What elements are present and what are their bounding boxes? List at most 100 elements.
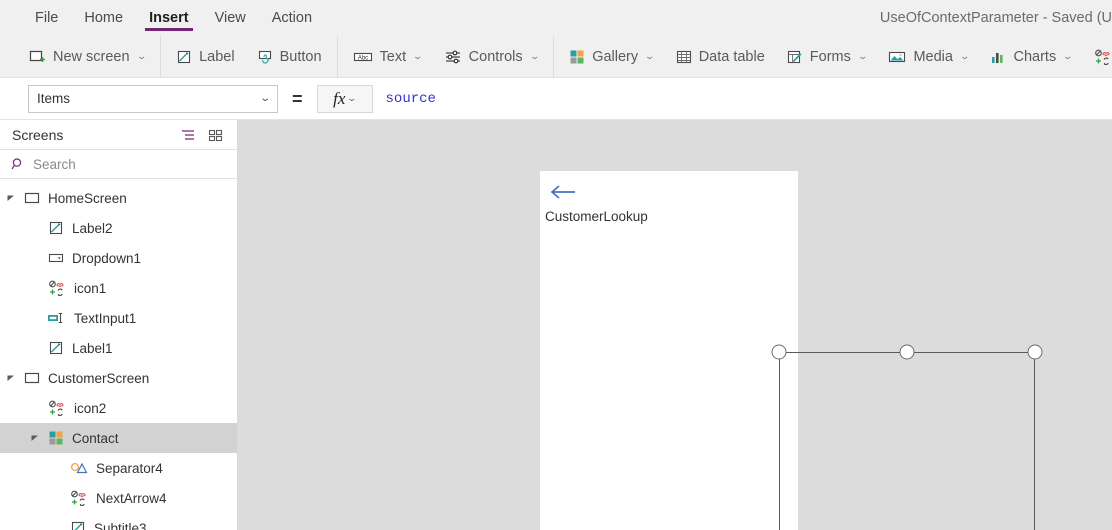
search-box[interactable]: Search xyxy=(0,149,237,179)
menu-tab-home[interactable]: Home xyxy=(71,0,136,36)
icons-icon xyxy=(48,280,66,297)
dropdown-icon xyxy=(48,251,64,265)
chevron-down-icon: ⌄ xyxy=(528,51,540,61)
tree-items-list[interactable]: HomeScreen Label2 Dropdown1 icon1 TextIn… xyxy=(0,179,237,530)
tree-item-icon1[interactable]: icon1 xyxy=(0,273,237,303)
menu-tab-label: Action xyxy=(271,10,313,26)
tree-item-label: Separator4 xyxy=(96,460,163,476)
tree-item-icon2[interactable]: icon2 xyxy=(0,393,237,423)
tree-item-homescreen[interactable]: HomeScreen xyxy=(0,183,237,213)
chevron-expanded-icon[interactable] xyxy=(30,434,40,442)
new-screen-button[interactable]: New screen ⌄ xyxy=(18,36,156,77)
tree-item-nextarrow4[interactable]: NextArrow4 xyxy=(0,483,237,513)
fx-button[interactable]: fx ⌄ xyxy=(316,84,373,113)
back-arrow-icon[interactable] xyxy=(548,182,578,207)
data-table-button[interactable]: Data table xyxy=(665,36,776,77)
screen-preview[interactable]: CustomerLookup xyxy=(540,171,798,530)
chevron-expanded-icon[interactable] xyxy=(6,374,16,382)
new-screen-label: New screen xyxy=(53,48,130,65)
icons-icon xyxy=(48,400,66,417)
property-select[interactable]: Items ⌄ xyxy=(28,84,278,113)
menu-tab-label: File xyxy=(35,10,59,26)
chevron-down-icon: ⌄ xyxy=(644,51,656,61)
screen-header: CustomerLookup xyxy=(540,171,798,229)
chevron-down-icon: ⌄ xyxy=(959,51,971,61)
selection-edge-top xyxy=(779,352,1035,353)
separator-icon xyxy=(70,460,88,476)
new-screen-icon xyxy=(29,49,46,65)
ribbon-toolbar: New screen ⌄ Label Button Abc Text ⌄ Con… xyxy=(0,36,1112,78)
forms-button-label: Forms xyxy=(809,48,851,65)
app-canvas[interactable]: CustomerLookup xyxy=(238,120,1112,530)
screen-icon xyxy=(24,191,40,205)
tree-item-label: Subtitle3 xyxy=(94,520,147,530)
tree-item-label2[interactable]: Label2 xyxy=(0,213,237,243)
tree-item-label: Label2 xyxy=(72,220,113,236)
fx-icon: fx xyxy=(333,88,346,108)
icons-button[interactable]: Icons xyxy=(1083,36,1112,77)
ribbon-group-input: Abc Text ⌄ Controls ⌄ xyxy=(338,36,555,77)
thumbnail-view-icon[interactable] xyxy=(208,128,223,142)
chevron-expanded-icon[interactable] xyxy=(6,194,16,202)
tree-item-label: icon2 xyxy=(74,400,107,416)
text-button[interactable]: Abc Text ⌄ xyxy=(342,36,433,77)
tree-item-separator4[interactable]: Separator4 xyxy=(0,453,237,483)
menu-tab-view[interactable]: View xyxy=(202,0,259,36)
tree-item-subtitle3[interactable]: Subtitle3 xyxy=(0,513,237,530)
tree-panel-actions xyxy=(180,128,229,142)
menu-tab-label: Home xyxy=(84,10,124,26)
screen-icon xyxy=(24,371,40,385)
controls-button[interactable]: Controls ⌄ xyxy=(433,36,550,77)
button-button[interactable]: Button xyxy=(246,36,333,77)
tree-item-contact[interactable]: Contact xyxy=(0,423,237,453)
label-button[interactable]: Label xyxy=(165,36,245,77)
media-button[interactable]: Media ⌄ xyxy=(877,36,979,77)
handle-top-right[interactable] xyxy=(1027,344,1043,360)
label-button-label: Label xyxy=(199,48,235,65)
textinput-icon xyxy=(48,311,66,325)
data-table-button-label: Data table xyxy=(698,48,765,65)
text-button-label: Text xyxy=(379,48,407,65)
menu-tab-file[interactable]: File xyxy=(22,0,71,36)
search-input[interactable]: Search xyxy=(33,157,76,172)
property-select-value: Items xyxy=(37,91,71,106)
gallery-button[interactable]: Gallery ⌄ xyxy=(558,36,664,77)
tree-item-label: CustomerScreen xyxy=(48,370,150,386)
controls-icon xyxy=(444,49,462,65)
ribbon-group-screens: New screen ⌄ xyxy=(0,36,162,77)
tree-item-customerscreen[interactable]: CustomerScreen xyxy=(0,363,237,393)
tree-view-icon[interactable] xyxy=(180,128,196,142)
text-icon: Abc xyxy=(353,49,373,65)
tree-panel-title: Screens xyxy=(12,126,64,143)
chevron-down-icon: ⌄ xyxy=(1062,51,1074,61)
label-icon xyxy=(48,220,64,236)
chevron-down-icon: ⌄ xyxy=(412,51,424,61)
formula-input[interactable]: source xyxy=(372,84,1112,113)
handle-top-center[interactable] xyxy=(899,344,915,360)
chevron-down-icon: ⌄ xyxy=(135,51,147,61)
charts-button[interactable]: Charts ⌄ xyxy=(979,36,1082,77)
tree-item-dropdown1[interactable]: Dropdown1 xyxy=(0,243,237,273)
icons-icon xyxy=(1094,49,1112,65)
button-button-label: Button xyxy=(279,48,322,65)
tree-item-label1[interactable]: Label1 xyxy=(0,333,237,363)
controls-button-label: Controls xyxy=(468,48,523,65)
powerapps-studio: File Home Insert View Action UseOfContex… xyxy=(0,0,1112,530)
menu-tabs: File Home Insert View Action xyxy=(0,0,325,36)
forms-button[interactable]: Forms ⌄ xyxy=(776,36,878,77)
search-icon xyxy=(11,157,25,171)
icons-icon xyxy=(70,490,88,507)
menu-tab-insert[interactable]: Insert xyxy=(136,0,202,36)
selection-edge-right xyxy=(1034,352,1035,530)
tree-item-label: NextArrow4 xyxy=(96,490,167,506)
tree-item-textinput1[interactable]: TextInput1 xyxy=(0,303,237,333)
tree-panel-header: Screens xyxy=(0,120,237,149)
chevron-down-icon: ⌄ xyxy=(346,93,358,103)
label-icon xyxy=(48,340,64,356)
work-area: Screens Search HomeScreen Label2 Dropdow… xyxy=(0,120,1112,530)
formula-bar: Items ⌄ = fx ⌄ source xyxy=(0,78,1112,120)
equals-sign: = xyxy=(292,88,303,109)
menu-tab-action[interactable]: Action xyxy=(259,0,325,36)
menu-bar: File Home Insert View Action UseOfContex… xyxy=(0,0,1112,36)
charts-icon xyxy=(990,49,1006,65)
